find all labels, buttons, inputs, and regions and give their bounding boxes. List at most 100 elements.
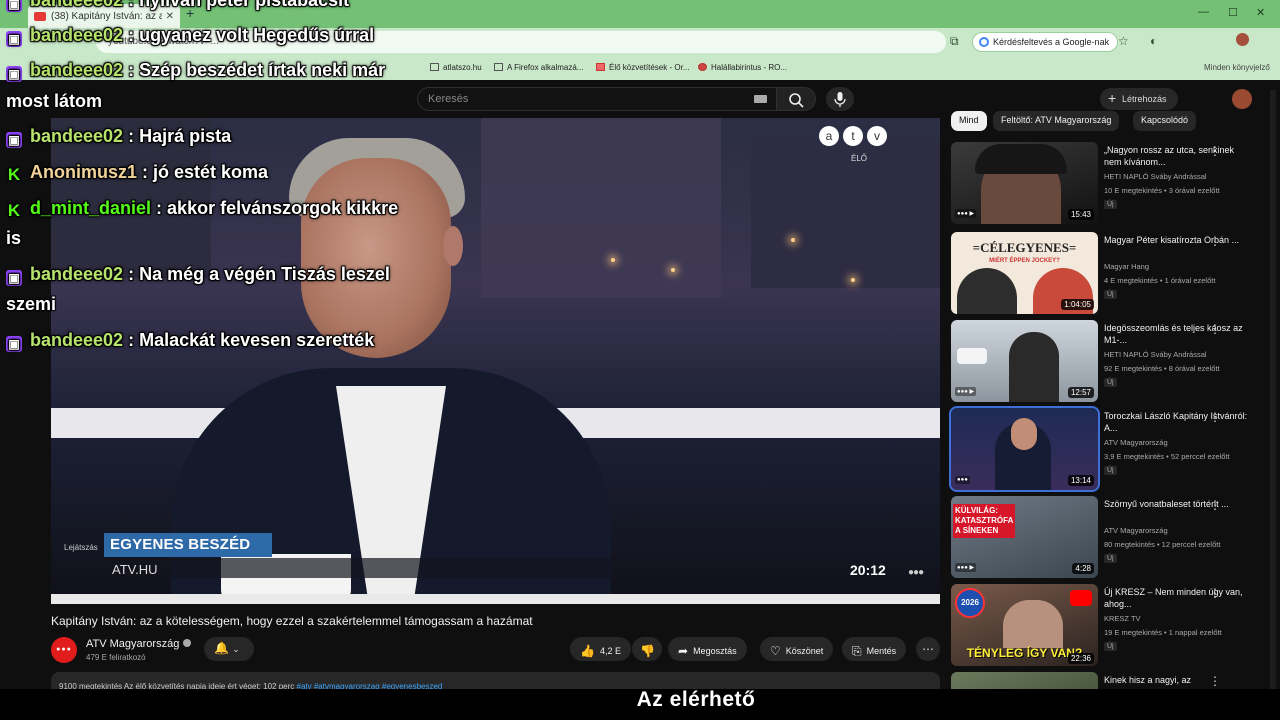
recommendation-title[interactable]: Idegösszeomlás és teljes káosz az M1-... (1104, 322, 1254, 346)
recommendation-item[interactable]: KÜLVILÁG: KATASZTRÓFA A SÍNEKEN ●●● ▶ 4:… (951, 496, 1271, 580)
channel-avatar[interactable]: ●●● (51, 637, 77, 663)
video-player[interactable]: a t v ÉLŐ (51, 118, 940, 604)
screen-cast-icon[interactable]: ⧉ (950, 34, 959, 49)
search-icon (789, 93, 804, 108)
thanks-button[interactable]: ♡ Köszönet (760, 637, 834, 661)
recommendation-title[interactable]: Új KRESZ – Nem minden úgy van, ahog... (1104, 586, 1254, 610)
recommendation-item[interactable]: =CÉLEGYENES= MIÉRT ÉPPEN JOCKEY? 1:04:05… (951, 232, 1271, 316)
more-options-icon[interactable]: ⋮ (1209, 498, 1221, 512)
video-thumbnail[interactable] (951, 672, 1098, 689)
bookmark-item[interactable]: Élő közvetítések - Or... (596, 63, 689, 72)
recommendation-title[interactable]: Kinek hisz a nagyi, az (1104, 674, 1254, 686)
twitch-icon: ▣ (6, 132, 22, 148)
page-scrollbar[interactable] (1270, 90, 1276, 690)
keyboard-icon[interactable] (754, 95, 767, 103)
video-thumbnail[interactable]: ●●● 13:14 (949, 406, 1100, 492)
new-badge: Új (1104, 466, 1117, 475)
notifications-button[interactable]: 🔔 ⌄ (204, 637, 254, 661)
new-badge: Új (1104, 290, 1117, 299)
thumbs-down-icon: 👎 (640, 644, 655, 658)
recommendation-title[interactable]: Magyar Péter kisatírozta Orbán ... (1104, 234, 1254, 246)
thumbnail-car (957, 348, 987, 364)
guest-face (301, 158, 451, 358)
recommendation-title[interactable]: „Nagyon rossz az utca, senkinek nem kívá… (1104, 144, 1254, 168)
recommendation-channel[interactable]: HETI NAPLÓ Sváby Andrással (1104, 172, 1254, 181)
video-thumbnail[interactable]: =CÉLEGYENES= MIÉRT ÉPPEN JOCKEY? 1:04:05 (951, 232, 1098, 314)
thumbnail-subtitle: MIÉRT ÉPPEN JOCKEY? (989, 258, 1060, 264)
recommendation-title[interactable]: Szörnyű vonatbaleset történt ... (1104, 498, 1254, 510)
guest-ear (443, 226, 463, 266)
recommendation-item[interactable]: Kinek hisz a nagyi, az ⋮ (951, 672, 1271, 689)
channel-name[interactable]: ATV Magyarország (86, 638, 192, 650)
bookmark-favicon-icon (596, 63, 605, 71)
share-button[interactable]: ➦ Megosztás (668, 637, 747, 661)
thumbnail-title: =CÉLEGYENES= (972, 240, 1077, 255)
account-avatar[interactable] (1232, 89, 1252, 109)
thumbnail-face (1003, 600, 1063, 648)
video-thumbnail[interactable]: ●●● ▶ 15:43 (951, 142, 1098, 224)
background-building (481, 118, 721, 298)
address-bar[interactable]: youtube.com/watch?v=... (96, 31, 946, 53)
youtube-favicon-icon (34, 11, 46, 21)
minimize-icon[interactable]: — (1198, 6, 1209, 18)
new-badge: Új (1104, 554, 1117, 563)
chip-related[interactable]: Kapcsolódó (1133, 111, 1197, 131)
search-button[interactable] (776, 87, 816, 111)
other-bookmarks[interactable]: Minden könyvjelző (1204, 63, 1270, 72)
star-icon[interactable]: ☆ (1118, 34, 1129, 48)
voice-search-button[interactable] (826, 87, 854, 111)
recommendation-item[interactable]: ●●● ▶ 15:43 „Nagyon rossz az utca, senki… (951, 142, 1271, 226)
bookmark-item[interactable]: Halállabirintus - RO... (698, 63, 787, 72)
bookmark-item[interactable]: atlatszo.hu (430, 63, 482, 72)
recommendation-item[interactable]: ●●● 13:14 Toroczkai László Kapitány Istv… (949, 406, 1271, 492)
thumbnail-title: KÜLVILÁG: KATASZTRÓFA A SÍNEKEN (953, 504, 1015, 538)
channel-watermark: ●●● ▶ (955, 209, 977, 218)
maximize-icon[interactable]: ☐ (1228, 6, 1238, 19)
background-building (51, 118, 211, 278)
recommendation-meta: 4 E megtekintés • 1 órával ezelőtt (1104, 276, 1216, 285)
video-thumbnail[interactable]: KÜLVILÁG: KATASZTRÓFA A SÍNEKEN ●●● ▶ 4:… (951, 496, 1098, 578)
create-button[interactable]: + Létrehozás (1100, 88, 1178, 110)
chip-all[interactable]: Mind (951, 111, 987, 131)
recommendation-item[interactable]: ●●● ▶ 12:57 Idegösszeomlás és teljes káo… (951, 320, 1271, 404)
recommendation-meta: 80 megtekintés • 12 perccel ezelőtt (1104, 540, 1221, 549)
search-input[interactable]: Keresés (417, 87, 777, 111)
video-duration: 4:28 (1072, 563, 1094, 574)
video-thumbnail[interactable]: 2026 TÉNYLEG ÍGY VAN? 22:36 (951, 584, 1098, 666)
video-progress-bar[interactable] (51, 594, 940, 604)
new-badge: Új (1104, 200, 1117, 209)
recommendation-channel[interactable]: Magyar Hang (1104, 262, 1254, 271)
google-lens-button[interactable]: Kérdésfeltevés a Google-nak (972, 32, 1119, 52)
screen: { "browser": { "tab_title": "(38) Kapitá… (0, 0, 1280, 720)
recommendation-channel[interactable]: HETI NAPLÓ Sváby Andrással (1104, 350, 1254, 359)
recommendation-channel[interactable]: KRESZ TV (1104, 614, 1254, 623)
browser-tab-active[interactable]: (38) Kapitány István: az a kötelessé... … (28, 4, 180, 28)
like-button[interactable]: 👍 4,2 E (570, 637, 631, 661)
dislike-button[interactable]: 👎 (632, 637, 662, 661)
more-options-icon[interactable]: ⋮ (1209, 410, 1221, 424)
more-options-icon[interactable]: ⋮ (1209, 322, 1221, 336)
more-options-icon[interactable]: ⋮ (1209, 144, 1221, 158)
bookmarks-bar: atlatszo.hu A Firefox alkalmazá... Élő k… (0, 56, 1280, 80)
more-options-icon[interactable]: ⋮ (1209, 234, 1221, 248)
street-lamp (671, 268, 675, 272)
close-window-icon[interactable]: ✕ (1256, 6, 1265, 19)
tab-close-icon[interactable]: ✕ (166, 11, 174, 22)
recommendation-title[interactable]: Toroczkai László Kapitány Istvánról: A..… (1104, 410, 1254, 434)
video-thumbnail[interactable]: ●●● ▶ 12:57 (951, 320, 1098, 402)
recommendation-channel[interactable]: ATV Magyarország (1104, 438, 1254, 447)
more-options-icon[interactable]: ⋮ (1209, 674, 1221, 688)
save-button[interactable]: ⎘ Mentés (842, 637, 907, 661)
profile-avatar[interactable] (1236, 33, 1249, 46)
new-tab-icon[interactable]: + (186, 5, 194, 21)
recommendation-channel[interactable]: ATV Magyarország (1104, 526, 1254, 535)
bookmark-item[interactable]: A Firefox alkalmazá... (494, 63, 583, 72)
more-actions-icon[interactable]: ⋯ (916, 637, 940, 661)
video-duration: 15:43 (1067, 209, 1094, 220)
more-options-icon[interactable]: ⋮ (1209, 586, 1221, 600)
verified-icon (183, 639, 192, 647)
recommendation-item[interactable]: 2026 TÉNYLEG ÍGY VAN? 22:36 Új KRESZ – N… (951, 584, 1271, 668)
extensions-icon[interactable]: ◐ (1150, 34, 1157, 48)
recommendation-meta: 92 E megtekintés • 8 órával ezelőtt (1104, 364, 1220, 373)
chip-uploader[interactable]: Feltöltő: ATV Magyarország (993, 111, 1120, 131)
